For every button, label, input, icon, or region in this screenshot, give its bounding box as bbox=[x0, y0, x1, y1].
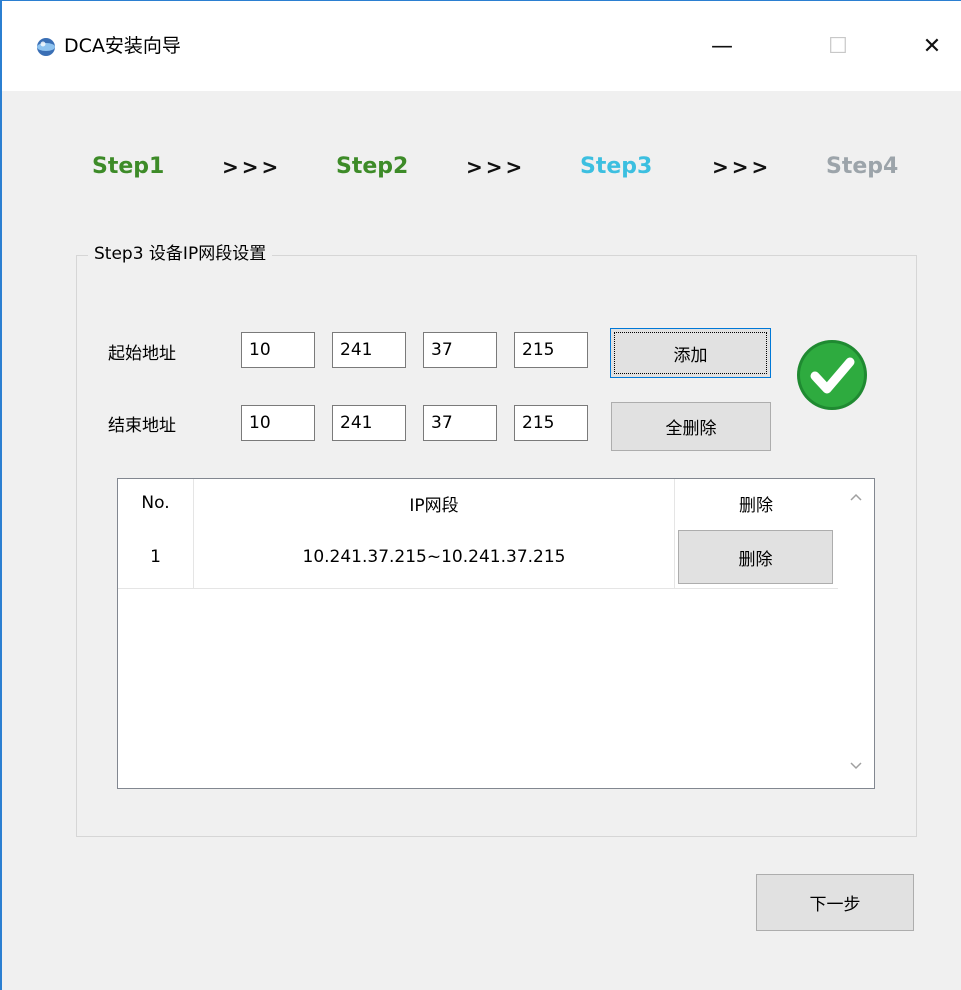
delete-all-button[interactable]: 全删除 bbox=[611, 402, 771, 451]
end-ip-octet-4[interactable]: 215 bbox=[514, 405, 588, 441]
group-legend: Step3 设备IP网段设置 bbox=[88, 241, 273, 267]
column-header-no[interactable]: No. bbox=[118, 479, 193, 527]
row-1-delete-label: 删除 bbox=[738, 549, 773, 570]
success-check-icon bbox=[797, 340, 867, 410]
step-1-label: Step1 bbox=[92, 154, 165, 179]
step-4-label: Step4 bbox=[826, 154, 899, 179]
end-ip-octet-2[interactable]: 241 bbox=[332, 405, 406, 441]
delete-all-button-label: 全删除 bbox=[665, 419, 717, 439]
step-arrow-2: >>> bbox=[466, 155, 526, 179]
step-2-label: Step2 bbox=[336, 154, 409, 179]
close-button[interactable]: ✕ bbox=[902, 21, 961, 71]
start-ip-octet-4[interactable]: 215 bbox=[514, 332, 588, 368]
row-1-delete-button[interactable]: 删除 bbox=[678, 530, 833, 584]
step-arrow-1: >>> bbox=[222, 155, 282, 179]
minimize-button[interactable]: — bbox=[692, 21, 752, 71]
end-ip-octet-1[interactable]: 10 bbox=[241, 405, 315, 441]
row-divider bbox=[118, 588, 838, 589]
column-divider bbox=[674, 479, 675, 589]
end-ip-octet-3[interactable]: 37 bbox=[423, 405, 497, 441]
app-globe-icon bbox=[37, 38, 55, 56]
focus-ring bbox=[614, 332, 767, 374]
window-title: DCA安装向导 bbox=[64, 35, 181, 57]
start-ip-octet-2[interactable]: 241 bbox=[332, 332, 406, 368]
next-step-button[interactable]: 下一步 bbox=[756, 874, 914, 931]
close-icon: ✕ bbox=[922, 33, 942, 59]
maximize-icon: ☐ bbox=[828, 33, 848, 59]
ip-range-table[interactable]: No. IP网段 删除 1 10.241.37.215~10.241.37.21… bbox=[117, 478, 875, 789]
next-step-button-label: 下一步 bbox=[809, 895, 861, 915]
title-bar: DCA安装向导 — ☐ ✕ bbox=[2, 1, 961, 91]
start-ip-octet-3[interactable]: 37 bbox=[423, 332, 497, 368]
row-1-ip-range: 10.241.37.215~10.241.37.215 bbox=[302, 547, 566, 567]
step-3-label: Step3 bbox=[580, 154, 653, 179]
scroll-up-icon[interactable] bbox=[838, 485, 874, 509]
window-frame-left bbox=[0, 0, 2, 990]
minimize-icon: — bbox=[711, 33, 733, 59]
start-ip-octet-1[interactable]: 10 bbox=[241, 332, 315, 368]
column-header-delete[interactable]: 删除 bbox=[675, 479, 837, 527]
scroll-down-icon[interactable] bbox=[838, 754, 874, 778]
start-address-label: 起始地址 bbox=[108, 344, 176, 364]
vertical-scrollbar[interactable] bbox=[838, 479, 874, 788]
add-button[interactable]: 添加 bbox=[610, 328, 771, 378]
maximize-button[interactable]: ☐ bbox=[808, 21, 868, 71]
end-address-label: 结束地址 bbox=[108, 416, 176, 436]
row-1-no: 1 bbox=[150, 547, 161, 567]
column-header-ip-range[interactable]: IP网段 bbox=[194, 479, 674, 527]
step-arrow-3: >>> bbox=[712, 155, 772, 179]
